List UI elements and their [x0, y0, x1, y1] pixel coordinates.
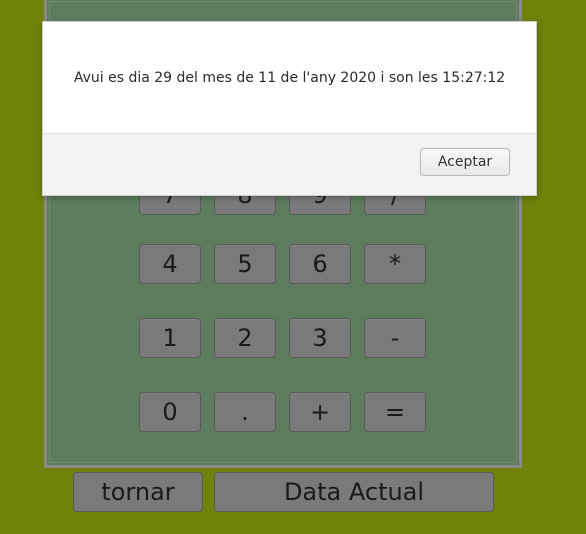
key-3[interactable]: 3: [289, 318, 351, 358]
key-5[interactable]: 5: [214, 244, 276, 284]
alert-dialog: Avui es dia 29 del mes de 11 de l'any 20…: [42, 21, 537, 196]
key-1[interactable]: 1: [139, 318, 201, 358]
key-multiply[interactable]: *: [364, 244, 426, 284]
key-decimal[interactable]: .: [214, 392, 276, 432]
key-minus[interactable]: -: [364, 318, 426, 358]
key-6[interactable]: 6: [289, 244, 351, 284]
key-2[interactable]: 2: [214, 318, 276, 358]
key-4[interactable]: 4: [139, 244, 201, 284]
current-date-button[interactable]: Data Actual: [214, 472, 494, 512]
back-button[interactable]: tornar: [73, 472, 203, 512]
key-equals[interactable]: =: [364, 392, 426, 432]
dialog-footer: Aceptar: [43, 133, 536, 195]
key-plus[interactable]: +: [289, 392, 351, 432]
accept-button[interactable]: Aceptar: [420, 148, 510, 176]
key-0[interactable]: 0: [139, 392, 201, 432]
dialog-message: Avui es dia 29 del mes de 11 de l'any 20…: [73, 70, 506, 86]
